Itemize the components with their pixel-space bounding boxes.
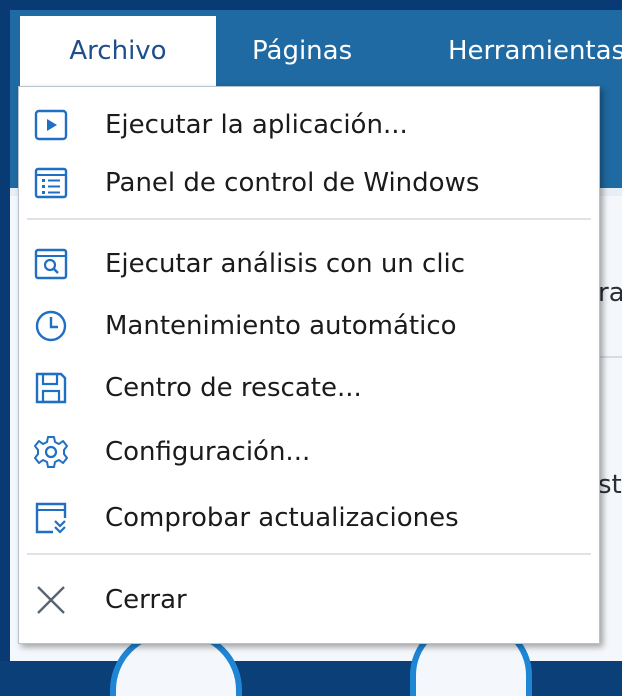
gear-icon bbox=[34, 436, 68, 468]
archivo-dropdown-menu: Ejecutar la aplicación... Panel de contr… bbox=[18, 86, 600, 644]
menu-item-label: Mantenimiento automático bbox=[105, 311, 457, 341]
scan-window-icon bbox=[34, 248, 68, 280]
menu-item-label: Comprobar actualizaciones bbox=[105, 503, 459, 533]
menu-item-label: Ejecutar análisis con un clic bbox=[105, 249, 466, 279]
background-divider bbox=[598, 356, 622, 358]
menu-item-label: Ejecutar la aplicación... bbox=[105, 110, 408, 140]
background-text-fragment: ra bbox=[598, 278, 622, 308]
menu-item-label: Cerrar bbox=[105, 585, 187, 615]
menu-item-analisis-un-clic[interactable]: Ejecutar análisis con un clic bbox=[19, 235, 599, 293]
menu-archivo[interactable]: Archivo bbox=[20, 16, 216, 86]
menu-item-ejecutar-aplicacion[interactable]: Ejecutar la aplicación... bbox=[19, 96, 599, 154]
menu-item-label: Panel de control de Windows bbox=[105, 168, 480, 198]
update-check-icon bbox=[35, 502, 67, 534]
control-panel-icon bbox=[34, 167, 68, 199]
floppy-disk-icon bbox=[35, 372, 67, 404]
close-icon bbox=[37, 586, 65, 614]
menu-item-comprobar-actualizaciones[interactable]: Comprobar actualizaciones bbox=[19, 489, 599, 547]
clock-icon bbox=[35, 310, 67, 342]
menu-item-cerrar[interactable]: Cerrar bbox=[19, 571, 599, 629]
menu-bar: Archivo Páginas Herramientas bbox=[10, 10, 622, 86]
menu-item-centro-rescate[interactable]: Centro de rescate... bbox=[19, 359, 599, 417]
menu-item-panel-control[interactable]: Panel de control de Windows bbox=[19, 154, 599, 212]
background-text-fragment: st bbox=[598, 470, 622, 500]
menu-item-mantenimiento[interactable]: Mantenimiento automático bbox=[19, 297, 599, 355]
play-window-icon bbox=[34, 109, 68, 141]
menu-item-label: Centro de rescate... bbox=[105, 373, 362, 403]
menu-separator bbox=[27, 218, 591, 220]
menu-separator bbox=[27, 553, 591, 555]
menu-item-label: Configuración... bbox=[105, 437, 311, 467]
menu-item-configuracion[interactable]: Configuración... bbox=[19, 423, 599, 481]
menu-herramientas[interactable]: Herramientas bbox=[448, 16, 622, 86]
menu-paginas[interactable]: Páginas bbox=[252, 16, 352, 86]
